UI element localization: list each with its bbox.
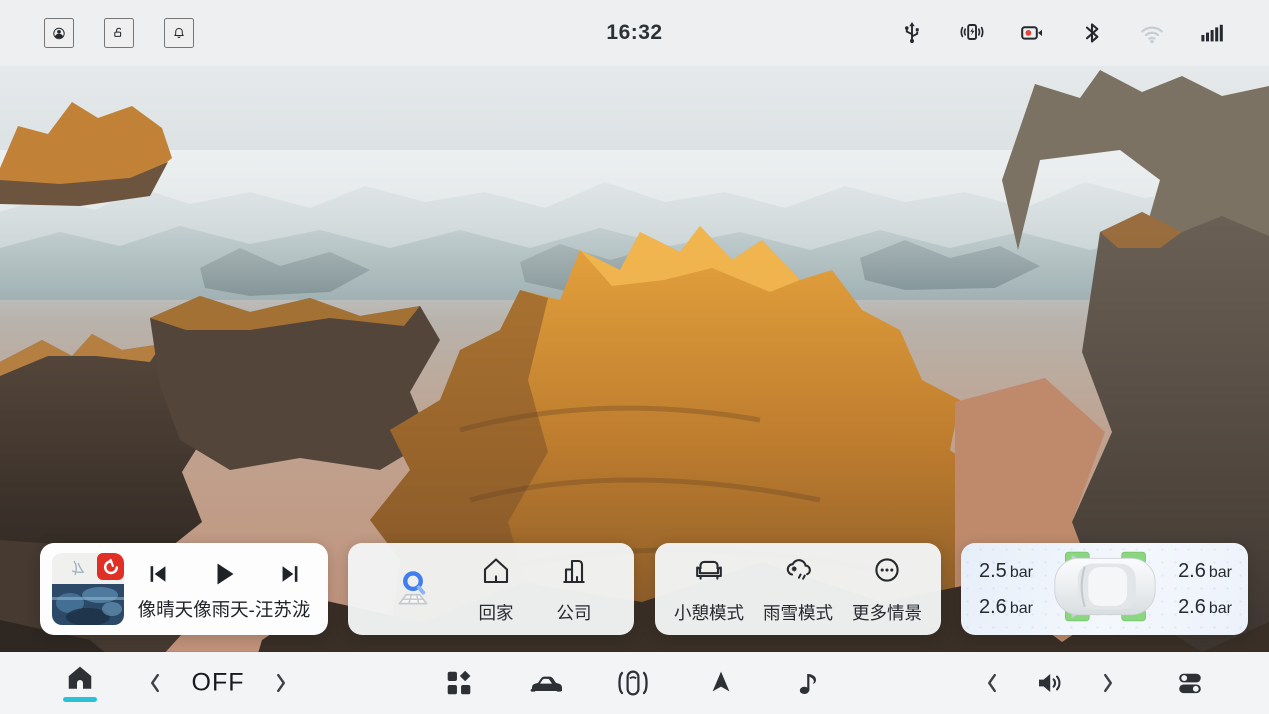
navigation-widget: 回家 公司 bbox=[348, 543, 634, 635]
album-art[interactable] bbox=[52, 553, 124, 625]
previous-track-icon[interactable] bbox=[143, 559, 173, 589]
recording-icon bbox=[1017, 18, 1047, 48]
climate-next-button[interactable] bbox=[269, 666, 293, 700]
nav-company-label: 公司 bbox=[557, 600, 592, 625]
more-scenes-label: 更多情景 bbox=[852, 600, 922, 625]
tire-pressure-rear-left: 2.6bar bbox=[979, 597, 1033, 617]
sofa-icon bbox=[691, 553, 727, 594]
wireless-charging-icon bbox=[957, 18, 987, 48]
tire-pressure-rear-right: 2.6bar bbox=[1178, 597, 1232, 617]
bluetooth-icon bbox=[1077, 18, 1107, 48]
climate-state[interactable]: OFF bbox=[188, 665, 249, 702]
more-scenes-button[interactable]: 更多情景 bbox=[852, 553, 922, 625]
media-info: 像晴天像雨天-汪苏泷 bbox=[132, 557, 316, 622]
parking-sensors-icon[interactable] bbox=[611, 664, 655, 702]
media-widget: 像晴天像雨天-汪苏泷 bbox=[40, 543, 328, 635]
signal-strength-icon bbox=[1197, 18, 1227, 48]
app-grid-icon[interactable] bbox=[441, 665, 477, 701]
rain-snow-mode-button[interactable]: 雨雪模式 bbox=[763, 553, 833, 625]
music-note-icon[interactable] bbox=[791, 665, 825, 701]
vehicle-icon[interactable] bbox=[525, 665, 567, 701]
home-icon bbox=[65, 664, 95, 694]
more-ellipsis-icon bbox=[869, 553, 905, 594]
song-title: 像晴天像雨天-汪苏泷 bbox=[138, 596, 311, 622]
active-tab-indicator bbox=[63, 697, 97, 702]
media-controls bbox=[143, 557, 305, 591]
tire-pressure-front-right: 2.6bar bbox=[1178, 561, 1232, 581]
tire-pressure-widget[interactable]: 2.5bar 2.6bar 2.6bar 2.6bar bbox=[961, 543, 1248, 635]
volume-up-button[interactable] bbox=[1096, 666, 1120, 700]
nap-mode-button[interactable]: 小憩模式 bbox=[674, 553, 744, 625]
usb-icon bbox=[897, 18, 927, 48]
status-bar-right bbox=[897, 0, 1227, 66]
tire-pressure-front-left: 2.5bar bbox=[979, 561, 1033, 581]
nap-mode-label: 小憩模式 bbox=[674, 600, 744, 625]
rain-snow-mode-label: 雨雪模式 bbox=[763, 600, 833, 625]
volume-down-button[interactable] bbox=[980, 666, 1004, 700]
home-tab[interactable] bbox=[63, 664, 97, 702]
next-track-icon[interactable] bbox=[275, 559, 305, 589]
climate-prev-button[interactable] bbox=[143, 666, 167, 700]
play-icon[interactable] bbox=[207, 557, 241, 591]
status-bar: 16:32 bbox=[0, 0, 1269, 66]
navigation-arrow-icon[interactable] bbox=[703, 665, 739, 701]
netease-music-icon bbox=[97, 553, 124, 580]
nav-home-label: 回家 bbox=[479, 600, 514, 625]
rain-snow-icon bbox=[780, 553, 816, 594]
scene-modes-widget: 小憩模式 雨雪模式 bbox=[655, 543, 941, 635]
car-top-view-icon bbox=[1039, 546, 1171, 633]
nav-company-button[interactable]: 公司 bbox=[556, 553, 592, 625]
quick-controls-icon[interactable] bbox=[1171, 665, 1209, 701]
dock: OFF bbox=[0, 652, 1269, 714]
house-icon bbox=[478, 553, 514, 594]
nav-home-button[interactable]: 回家 bbox=[478, 553, 514, 625]
wifi-icon bbox=[1137, 18, 1167, 48]
car-infotainment-home: 16:32 bbox=[0, 0, 1269, 714]
office-building-icon bbox=[556, 553, 592, 594]
map-search-button[interactable] bbox=[390, 568, 436, 610]
volume-icon[interactable] bbox=[1031, 665, 1069, 701]
